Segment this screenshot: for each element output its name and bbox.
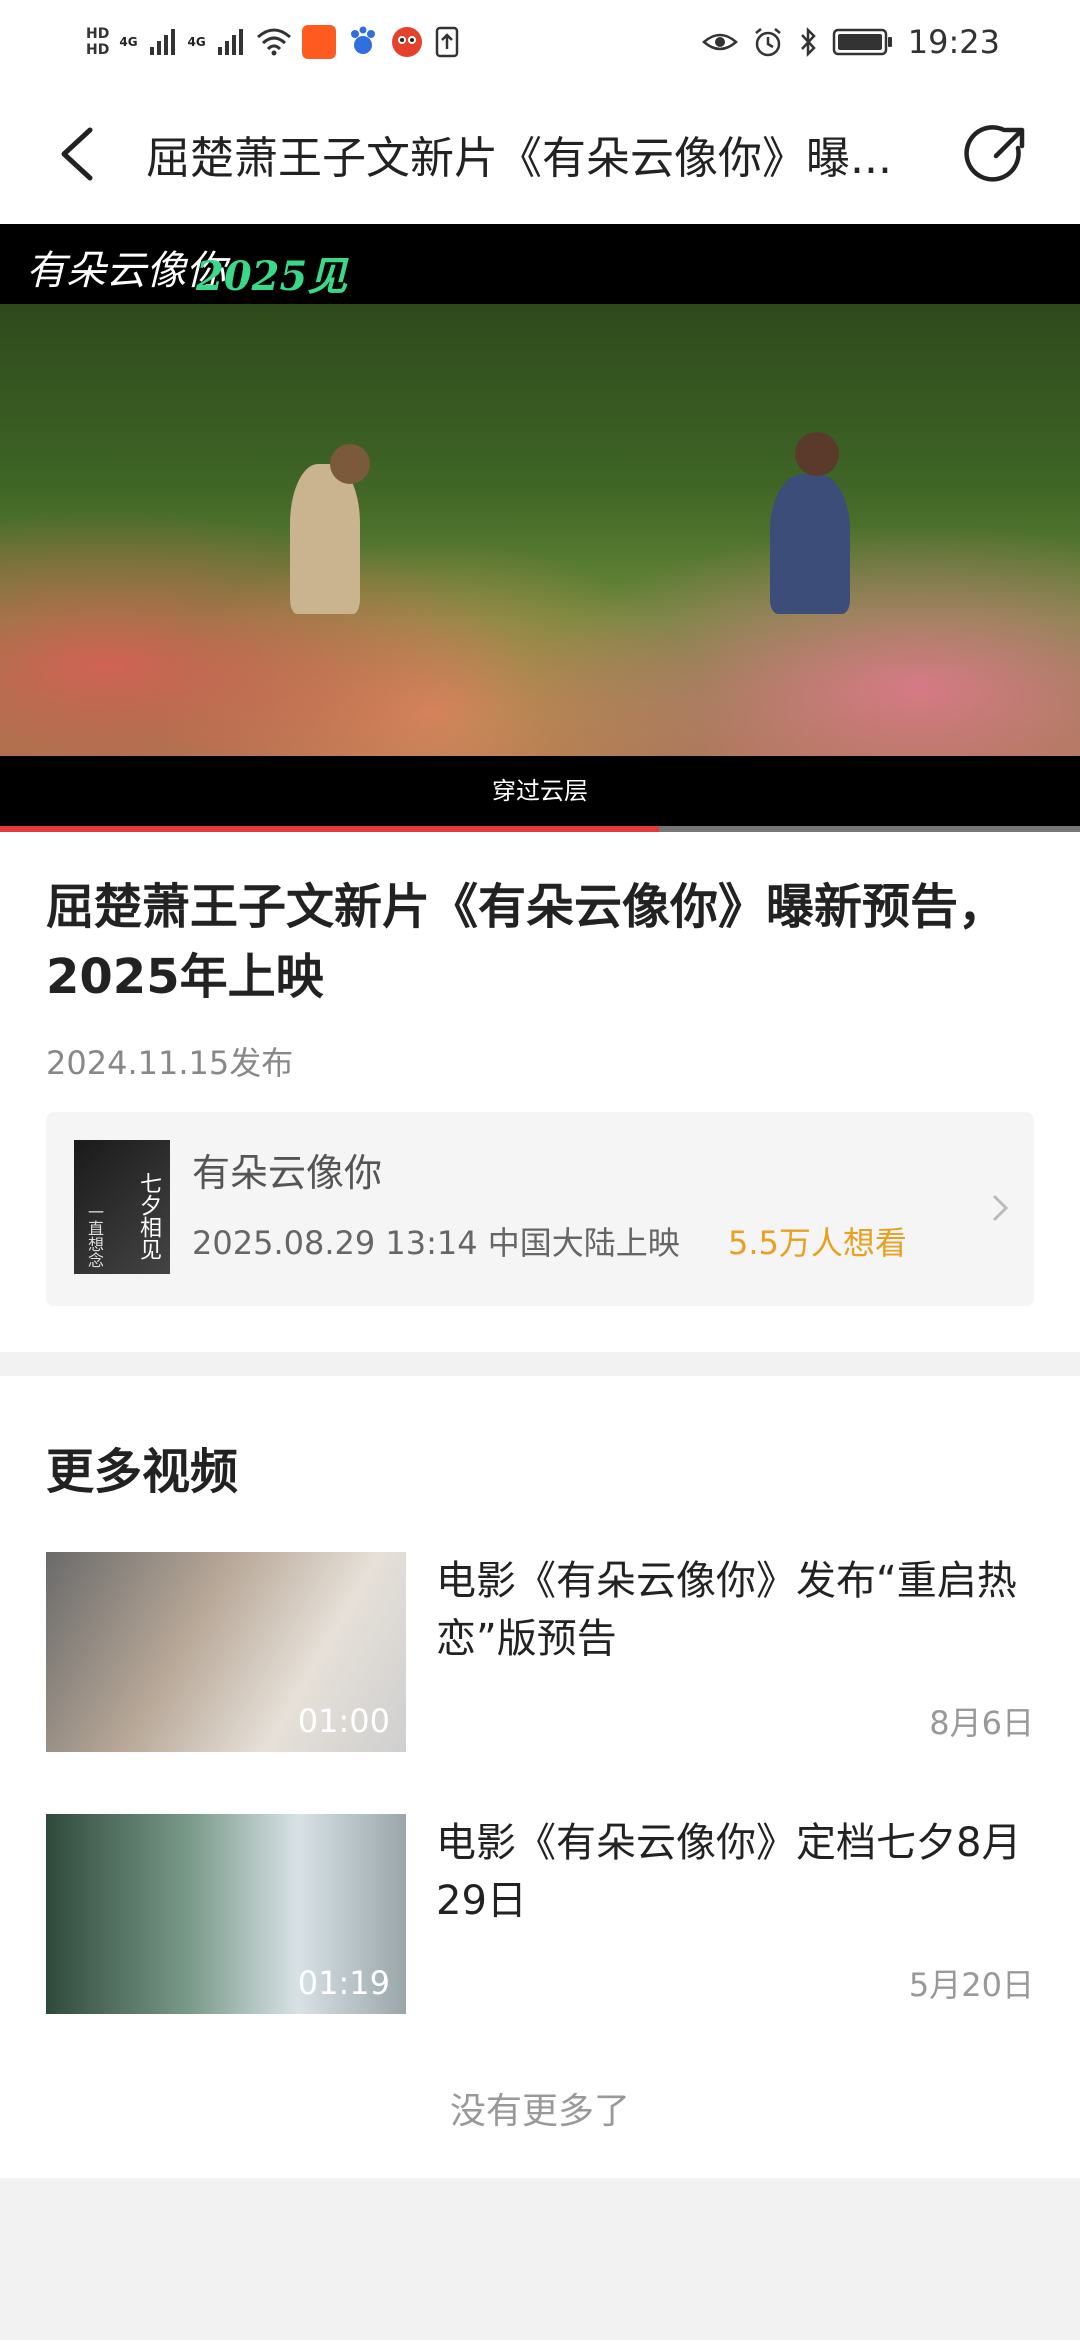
network2-label: 4G <box>187 35 206 49</box>
share-icon[interactable] <box>962 118 1034 190</box>
hd1-label: HD <box>86 26 110 42</box>
video-frame-image <box>0 304 1080 756</box>
movie-card[interactable]: 七夕相见 一直想念 有朵云像你 2025.08.29 13:14 中国大陆上映 … <box>46 1112 1034 1306</box>
video-title-bar: 有朵云像你 2025见 <box>0 224 1080 304</box>
nav-title: 屈楚萧王子文新片《有朵云像你》曝... <box>146 133 892 184</box>
video-date: 8月6日 <box>929 1704 1034 1742</box>
poster-text-right: 七夕相见 <box>136 1172 161 1260</box>
panda-app-icon <box>391 27 422 57</box>
eye-comfort-icon <box>701 33 738 51</box>
video-list-item[interactable]: 01:19 电影《有朵云像你》定档七夕8月29日 5月20日 <box>46 1814 1034 2014</box>
no-more-text: 没有更多了 <box>449 2091 630 2132</box>
hd-indicator: HD HD <box>86 26 109 58</box>
video-date: 5月20日 <box>908 1966 1034 2004</box>
baidu-icon <box>350 26 375 54</box>
video-thumbnail: 01:00 <box>46 1552 406 1752</box>
status-right-icons: 19:23 <box>701 12 1000 72</box>
video-duration: 01:19 <box>297 1964 390 2002</box>
chevron-right-icon <box>992 1194 1009 1222</box>
actress-figure <box>770 474 850 614</box>
video-title: 电影《有朵云像你》定档七夕8月29日 <box>436 1820 1022 1924</box>
article-date: 2024.11.15发布 <box>46 1044 294 1082</box>
alarm-icon <box>755 28 781 57</box>
video-list-item[interactable]: 01:00 电影《有朵云像你》发布“重启热恋”版预告 8月6日 <box>46 1552 1034 1752</box>
movie-logo-year: 2025见 <box>196 253 348 300</box>
movie-name: 有朵云像你 <box>192 1151 383 1195</box>
page: HD HD 4G 4G 19:23 屈楚萧王子文新片《有朵云像你》曝... 有朵… <box>0 0 1080 2340</box>
status-left-icons: HD HD 4G 4G <box>86 12 460 72</box>
more-videos-section: 更多视频 01:00 电影《有朵云像你》发布“重启热恋”版预告 8月6日 01:… <box>0 1376 1080 2178</box>
battery-icon <box>832 28 892 56</box>
status-bar: HD HD 4G 4G 19:23 <box>0 0 1080 84</box>
article-title: 屈楚萧王子文新片《有朵云像你》曝新预告，2025年上映 <box>46 879 1007 1005</box>
movie-poster: 七夕相见 一直想念 <box>74 1140 170 1274</box>
app-notification-icon <box>301 25 336 59</box>
bluetooth-icon <box>800 26 816 58</box>
video-caption: 穿过云层 <box>492 777 588 805</box>
actor-figure <box>290 464 360 614</box>
video-thumbnail: 01:19 <box>46 1814 406 2014</box>
actress-head <box>795 432 839 476</box>
signal-icon <box>217 29 243 55</box>
back-arrow-icon[interactable] <box>50 118 110 190</box>
network1-label: 4G <box>119 35 138 49</box>
poster-text-left: 一直想念 <box>85 1204 104 1268</box>
movie-want-count: 5.5万人想看 <box>728 1224 907 1262</box>
clock: 19:23 <box>907 23 1000 61</box>
signal-icon <box>149 29 175 55</box>
video-duration: 01:00 <box>297 1702 390 1740</box>
video-title: 电影《有朵云像你》发布“重启热恋”版预告 <box>436 1558 1017 1662</box>
article-section: 屈楚萧王子文新片《有朵云像你》曝新预告，2025年上映 2024.11.15发布… <box>0 832 1080 1352</box>
wifi-icon <box>256 28 291 56</box>
actor-head <box>330 444 370 484</box>
upload-icon <box>435 26 458 58</box>
video-player[interactable]: 有朵云像你 2025见 穿过云层 <box>0 224 1080 832</box>
more-videos-title: 更多视频 <box>46 1444 239 1500</box>
top-nav-bar: 屈楚萧王子文新片《有朵云像你》曝... <box>0 84 1080 224</box>
movie-release-info: 2025.08.29 13:14 中国大陆上映 <box>192 1224 680 1262</box>
hd2-label: HD <box>86 42 110 58</box>
